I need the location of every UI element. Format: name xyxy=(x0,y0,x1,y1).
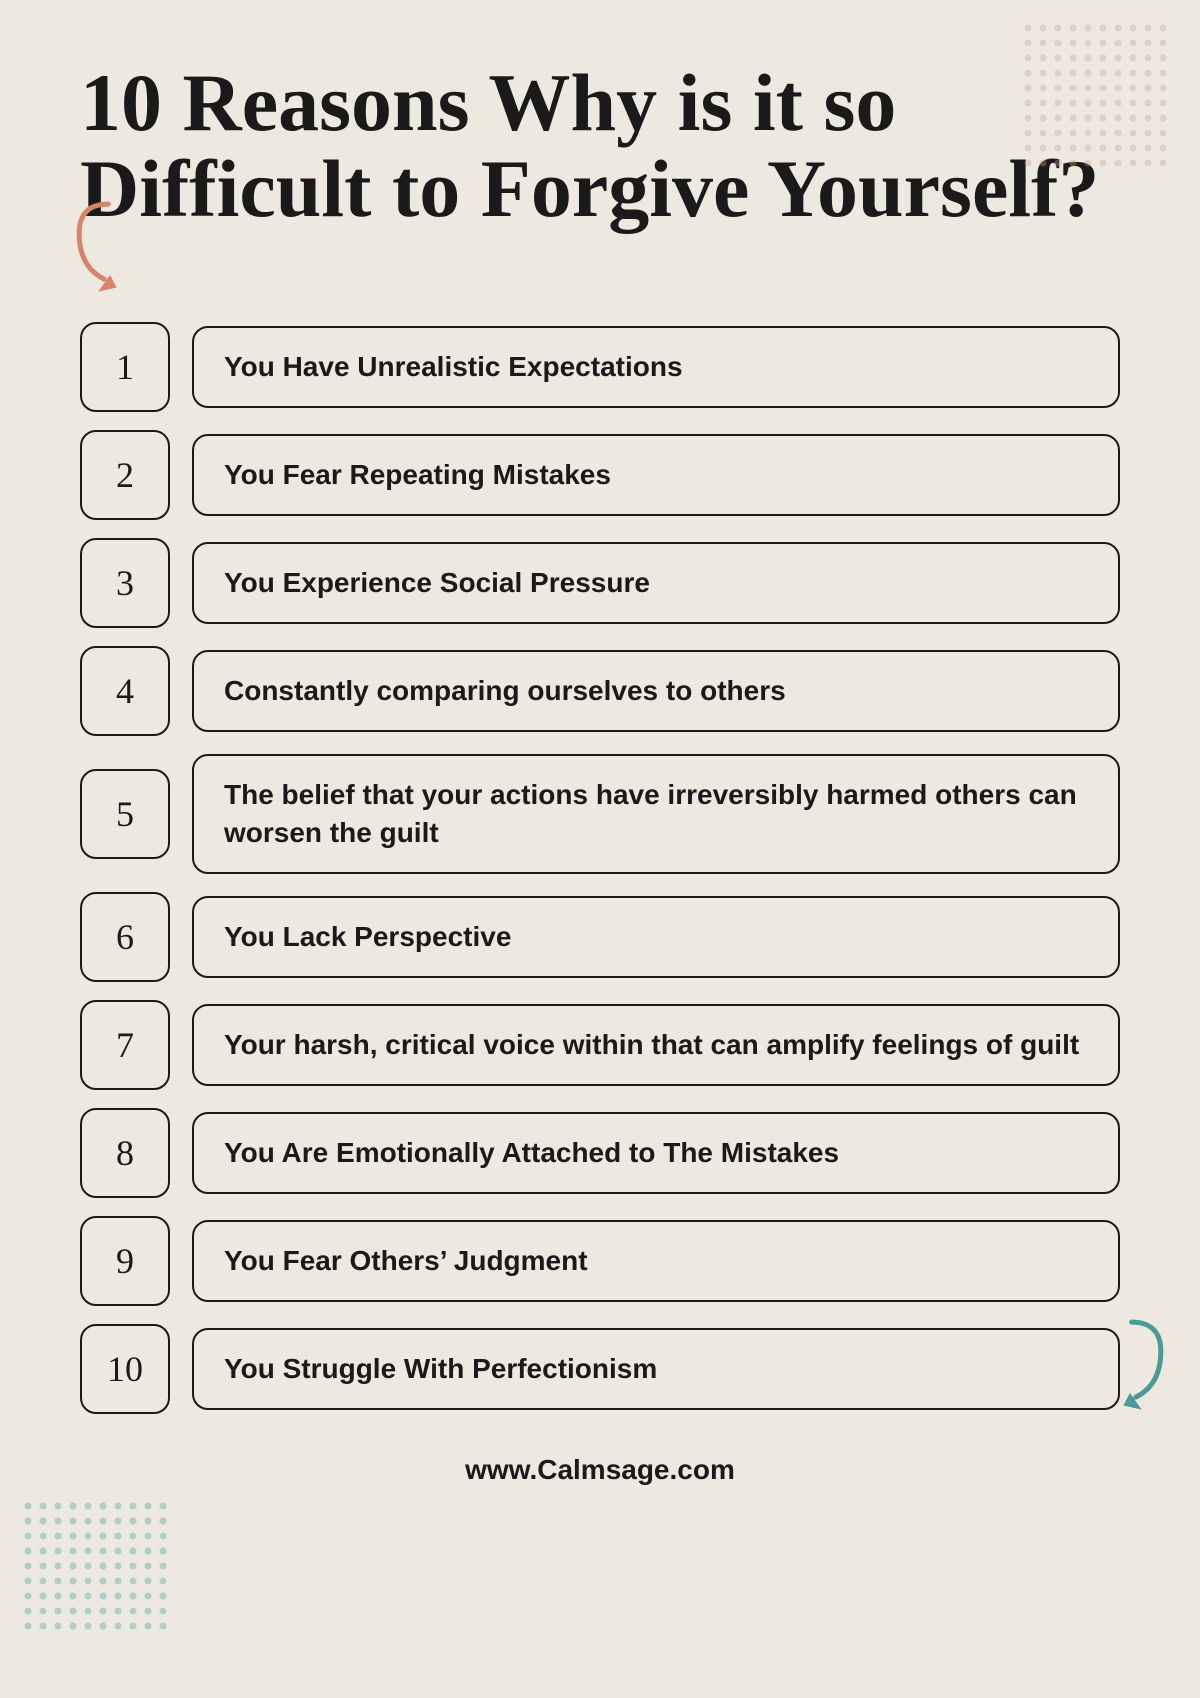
number-box: 3 xyxy=(80,538,170,628)
number-box: 6 xyxy=(80,892,170,982)
list-item: 8 You Are Emotionally Attached to The Mis… xyxy=(80,1108,1120,1198)
list-item: 3 You Experience Social Pressure xyxy=(80,538,1120,628)
text-box: You Experience Social Pressure xyxy=(192,542,1120,624)
number-box: 5 xyxy=(80,769,170,859)
list-item: 9 You Fear Others’ Judgment xyxy=(80,1216,1120,1306)
number-box: 1 xyxy=(80,322,170,412)
number-box: 2 xyxy=(80,430,170,520)
text-box: You Have Unrealistic Expectations xyxy=(192,326,1120,408)
number-box: 4 xyxy=(80,646,170,736)
text-box: You Struggle With Perfectionism xyxy=(192,1328,1120,1410)
salmon-arrow-icon xyxy=(70,200,130,300)
number-box: 9 xyxy=(80,1216,170,1306)
list-item: 10 You Struggle With Perfectionism xyxy=(80,1324,1120,1414)
text-box: You Are Emotionally Attached to The Mist… xyxy=(192,1112,1120,1194)
list-item: 4 Constantly comparing ourselves to other… xyxy=(80,646,1120,736)
teal-arrow-icon xyxy=(1110,1318,1170,1418)
dot-pattern-top-right xyxy=(1020,20,1180,180)
dot-pattern-bottom-left xyxy=(20,1498,180,1638)
number-box: 8 xyxy=(80,1108,170,1198)
text-box: Your harsh, critical voice within that c… xyxy=(192,1004,1120,1086)
number-box: 7 xyxy=(80,1000,170,1090)
text-box: Constantly comparing ourselves to others xyxy=(192,650,1120,732)
page-title: 10 Reasons Why is it so Difficult to For… xyxy=(80,60,1120,232)
page-container: 10 Reasons Why is it so Difficult to For… xyxy=(0,0,1200,1698)
text-box: You Fear Repeating Mistakes xyxy=(192,434,1120,516)
text-box: You Lack Perspective xyxy=(192,896,1120,978)
text-box: You Fear Others’ Judgment xyxy=(192,1220,1120,1302)
list-item: 2 You Fear Repeating Mistakes xyxy=(80,430,1120,520)
items-list: 1 You Have Unrealistic Expectations 2 You F… xyxy=(80,322,1120,1414)
list-item: 7 Your harsh, critical voice within that … xyxy=(80,1000,1120,1090)
list-item: 5The belief that your actions have irrev… xyxy=(80,754,1120,874)
footer-url: www.Calmsage.com xyxy=(80,1454,1120,1486)
number-box: 10 xyxy=(80,1324,170,1414)
text-box: The belief that your actions have irreve… xyxy=(192,754,1120,874)
list-item: 6 You Lack Perspective xyxy=(80,892,1120,982)
list-item: 1 You Have Unrealistic Expectations xyxy=(80,322,1120,412)
